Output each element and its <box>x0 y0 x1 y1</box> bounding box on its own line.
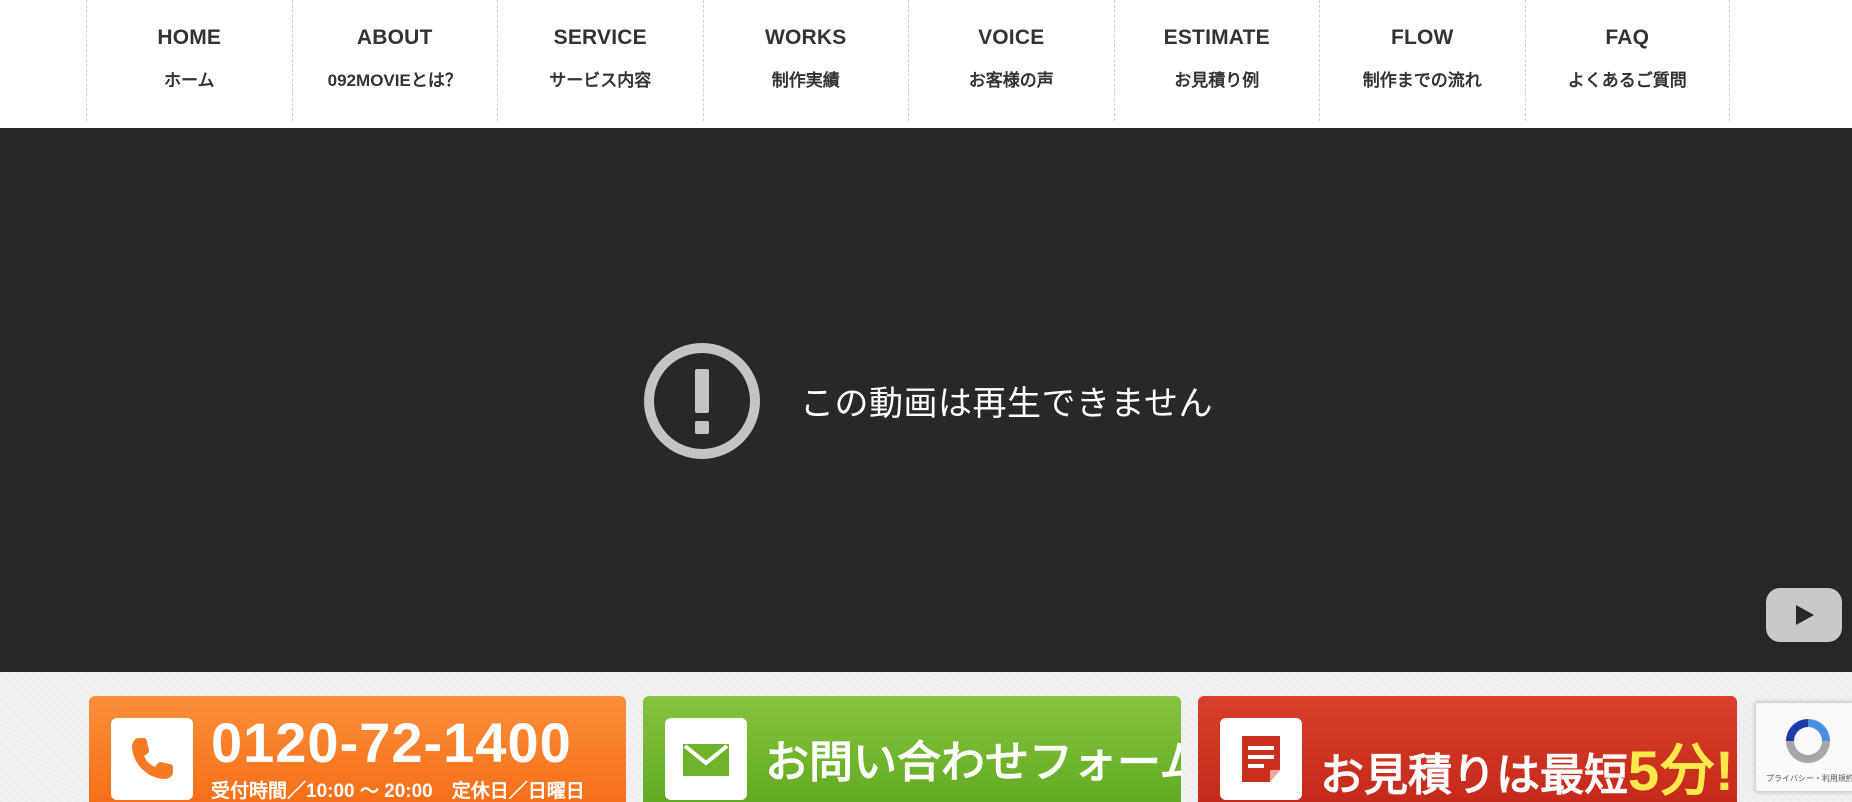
nav-item-estimate[interactable]: ESTIMATE お見積り例 <box>1113 0 1320 121</box>
nav-item-flow[interactable]: FLOW 制作までの流れ <box>1319 0 1525 121</box>
estimate-button[interactable]: お見積りは最短5分! <box>1198 696 1737 802</box>
nav-item-works[interactable]: WORKS 制作実績 <box>702 0 909 121</box>
nav-item-ja: お見積り例 <box>1174 71 1260 90</box>
mail-icon <box>683 744 729 776</box>
phone-icon-box <box>111 718 193 800</box>
nav-item-ja: ホーム <box>164 71 215 90</box>
video-player[interactable]: この動画は再生できません <box>0 128 1852 672</box>
cta-strip: 0120-72-1400 受付時間／10:00 ～ 20:00 定休日／日曜日 … <box>0 672 1852 802</box>
phone-hours: 受付時間／10:00 ～ 20:00 定休日／日曜日 <box>211 781 585 802</box>
nav-item-ja: 制作までの流れ <box>1362 71 1482 90</box>
nav-item-about[interactable]: ABOUT 092MOVIEとは？ <box>291 0 498 121</box>
nav-item-en: WORKS <box>765 26 847 49</box>
estimate-label: お見積りは最短5分! <box>1320 726 1734 802</box>
nav-item-ja: サービス内容 <box>549 71 652 90</box>
nav-item-en: FLOW <box>1390 26 1454 49</box>
nav-item-en: ESTIMATE <box>1163 26 1270 49</box>
contact-form-button[interactable]: お問い合わせフォーム <box>643 696 1181 802</box>
nav-item-home[interactable]: HOME ホーム <box>86 0 292 121</box>
document-icon <box>1242 736 1280 782</box>
phone-number: 0120-72-1400 <box>211 711 572 774</box>
nav-item-service[interactable]: SERVICE サービス内容 <box>497 0 703 121</box>
error-exclamation-icon <box>644 343 760 459</box>
document-icon-box <box>1220 718 1302 800</box>
phone-cta-button[interactable]: 0120-72-1400 受付時間／10:00 ～ 20:00 定休日／日曜日 <box>89 696 626 802</box>
recaptcha-footer[interactable]: プライバシー・利用規約 <box>1766 773 1852 784</box>
nav-item-en: SERVICE <box>553 26 647 49</box>
phone-icon <box>132 738 173 779</box>
video-error-message: この動画は再生できません <box>800 384 1213 424</box>
youtube-play-icon[interactable] <box>1766 588 1842 642</box>
nav-item-ja: 制作実績 <box>771 71 840 90</box>
global-nav: HOME ホーム ABOUT 092MOVIEとは？ SERVICE サービス内… <box>0 0 1852 128</box>
estimate-highlight: 5分! <box>1628 739 1734 802</box>
nav-item-ja: 092MOVIEとは？ <box>327 71 462 90</box>
nav-item-en: ABOUT <box>356 26 433 49</box>
estimate-label-text: お見積りは最短 <box>1320 751 1628 800</box>
mail-icon-box <box>665 718 747 800</box>
contact-form-label: お問い合わせフォーム <box>765 738 1181 787</box>
nav-item-ja: よくあるご質問 <box>1567 71 1687 90</box>
nav-list: HOME ホーム ABOUT 092MOVIEとは？ SERVICE サービス内… <box>86 0 1730 121</box>
nav-item-en: HOME <box>157 26 222 49</box>
nav-item-ja: お客様の声 <box>968 71 1054 90</box>
nav-item-en: FAQ <box>1605 26 1650 49</box>
nav-item-voice[interactable]: VOICE お客様の声 <box>908 0 1114 121</box>
nav-item-en: VOICE <box>978 26 1045 49</box>
recaptcha-icon <box>1786 719 1830 763</box>
recaptcha-badge[interactable]: プライバシー・利用規約 <box>1755 702 1852 792</box>
nav-item-faq[interactable]: FAQ よくあるご質問 <box>1524 0 1730 121</box>
